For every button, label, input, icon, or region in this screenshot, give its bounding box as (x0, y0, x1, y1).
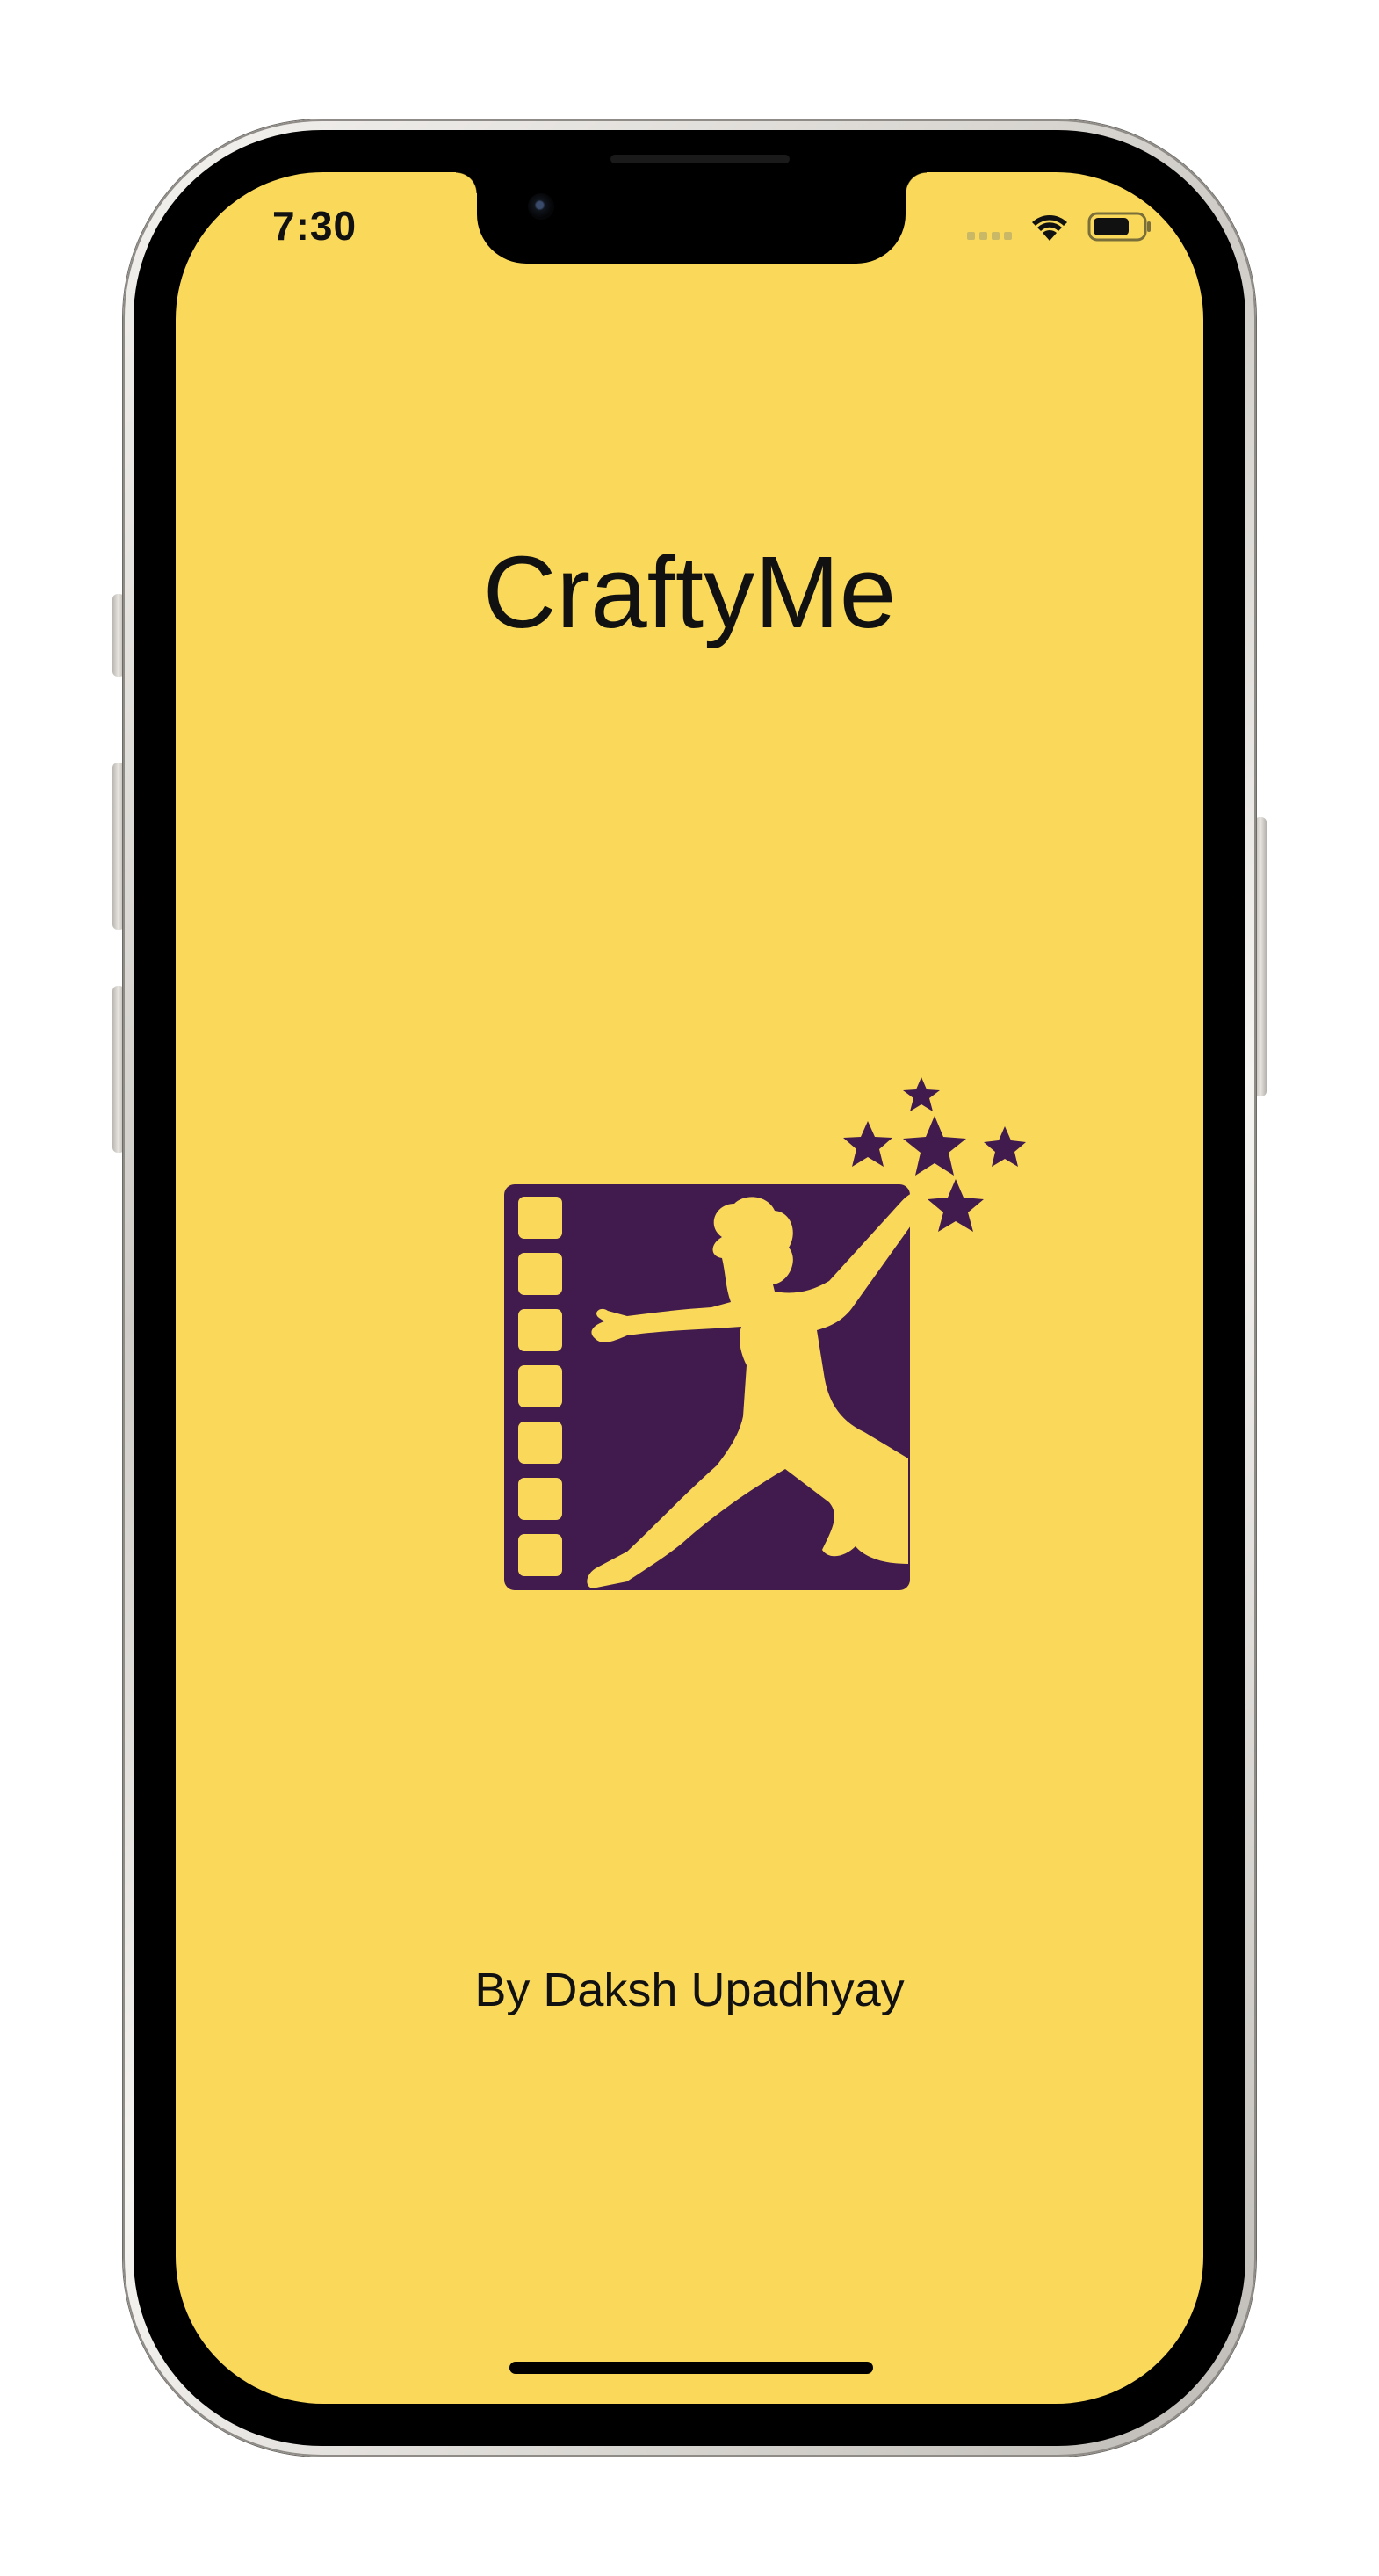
status-time: 7:30 (272, 203, 357, 249)
author-credit: By Daksh Upadhyay (474, 1964, 905, 2016)
front-camera-icon (528, 193, 554, 220)
notch (456, 172, 927, 264)
phone-bezel: 7:30 CraftyMe By Daksh Upadhyay (134, 130, 1245, 2446)
app-screen: 7:30 CraftyMe By Daksh Upadhyay (176, 172, 1203, 2404)
app-title: CraftyMe (482, 535, 897, 649)
app-logo-icon (504, 1077, 1026, 1590)
cellular-signal-icon (967, 213, 1012, 240)
power-button (1254, 817, 1267, 1096)
status-icons (967, 211, 1152, 242)
phone-frame: 7:30 CraftyMe By Daksh Upadhyay (123, 119, 1256, 2457)
battery-icon (1087, 212, 1151, 242)
wifi-icon (1032, 215, 1067, 241)
earpiece-speaker (610, 155, 790, 163)
home-indicator[interactable] (509, 2362, 873, 2374)
